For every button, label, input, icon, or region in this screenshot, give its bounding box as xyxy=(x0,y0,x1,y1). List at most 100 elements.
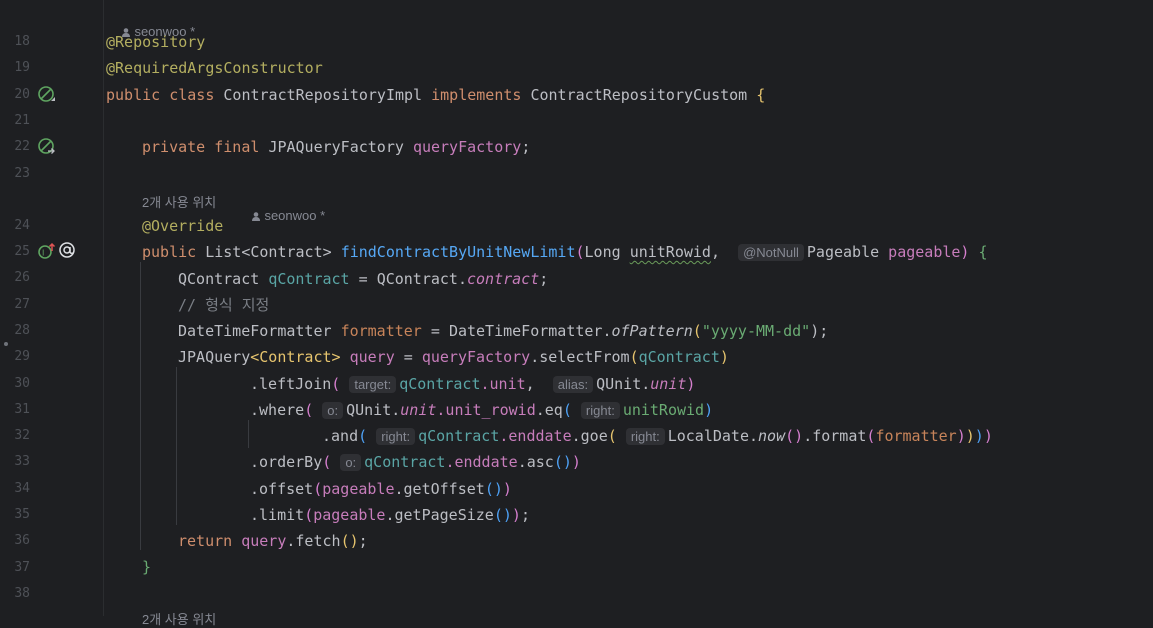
argument: qContract xyxy=(638,348,720,366)
author-hint[interactable]: seonwoo * xyxy=(238,193,325,238)
line-number: 23 xyxy=(14,166,30,181)
argument: pageable xyxy=(313,506,386,524)
code-line-19: @RequiredArgsConstructor xyxy=(106,59,323,77)
method-call: .eq xyxy=(535,401,563,419)
inlay-hint: right: xyxy=(580,402,620,419)
line-number: 31 xyxy=(14,402,30,417)
brace: { xyxy=(978,243,988,261)
person-icon xyxy=(252,212,261,221)
line-number: 27 xyxy=(14,297,30,312)
class-ref: QUnit. xyxy=(596,375,651,393)
paren: ) xyxy=(960,243,970,261)
method-call: .limit xyxy=(250,506,305,524)
line-number: 25 xyxy=(14,244,30,259)
inlay-hint: right: xyxy=(376,428,416,445)
comment: // 형식 지정 xyxy=(178,296,270,314)
code-line-31: .where( o: QUnit.unit.unit_rowid.eq( righ… xyxy=(250,401,714,419)
inlay-hint: alias: xyxy=(552,376,594,393)
static-method: now xyxy=(758,427,786,445)
method-call: .goe xyxy=(571,427,608,445)
field-ref: .unit_rowid xyxy=(436,401,536,419)
keyword: return xyxy=(178,532,233,550)
method-call: .selectFrom xyxy=(530,348,630,366)
code-editor[interactable]: seonwoo * @Repository @RequiredArgsConst… xyxy=(106,0,1153,627)
comma: , xyxy=(710,243,720,261)
code-line-20: public class ContractRepositoryImpl impl… xyxy=(106,86,765,104)
change-marker-dot xyxy=(4,342,8,346)
method-call: .getPageSize xyxy=(385,506,494,524)
method-call: .where xyxy=(250,401,305,419)
bean-injection-icon[interactable] xyxy=(38,138,56,156)
parameter: pageable xyxy=(888,243,961,261)
inlay-hint: o: xyxy=(322,402,344,419)
code-line-34: .offset(pageable.getOffset()) xyxy=(250,480,512,498)
paren: ( xyxy=(575,243,585,261)
type-name: JPAQuery xyxy=(178,348,251,366)
line-number: 22 xyxy=(14,139,30,154)
bean-class-icon[interactable] xyxy=(38,86,56,104)
class-name: ContractRepositoryImpl xyxy=(223,86,423,104)
class-ref: DateTimeFormatter. xyxy=(448,322,612,340)
line-number: 30 xyxy=(14,376,30,391)
indent-guide xyxy=(176,367,177,525)
code-line-18: @Repository xyxy=(106,33,205,51)
at-annotation-icon[interactable] xyxy=(58,241,76,259)
argument: formatter xyxy=(875,427,957,445)
code-line-33: .orderBy( o: qContract.enddate.asc()) xyxy=(250,453,581,471)
code-line-36: return query.fetch(); xyxy=(178,532,368,550)
local-var: formatter xyxy=(340,322,422,340)
parameter: unitRowid xyxy=(629,243,711,261)
line-number: 34 xyxy=(14,481,30,496)
code-line-26: QContract qContract = QContract.contract… xyxy=(178,270,548,288)
implements-method-icon[interactable]: I xyxy=(38,242,56,260)
local-var: query xyxy=(241,532,287,550)
code-line-25: public List<Contract> findContractByUnit… xyxy=(142,243,988,261)
usages-count: 2개 사용 위치 xyxy=(142,612,217,627)
editor-gutter: 18 19 20 21 22 23 24 25 26 27 28 29 30 3… xyxy=(0,0,104,616)
code-line-27: // 형식 지정 xyxy=(178,296,269,314)
static-field: unit xyxy=(400,401,437,419)
type-name: Pageable xyxy=(806,243,880,261)
interface-name: ContractRepositoryCustom xyxy=(530,86,748,104)
class-ref: QContract. xyxy=(376,270,467,288)
type-name: DateTimeFormatter xyxy=(178,322,332,340)
class-ref: LocalDate. xyxy=(667,427,759,445)
semicolon: ); xyxy=(810,322,829,340)
argument: qContract xyxy=(399,375,481,393)
keyword: public xyxy=(142,243,197,261)
keyword: private final xyxy=(142,138,260,156)
usages-count: 2개 사용 위치 xyxy=(142,195,217,210)
indent-guide xyxy=(248,420,249,448)
argument: pageable xyxy=(322,480,395,498)
code-line-28: DateTimeFormatter formatter = DateTimeFo… xyxy=(178,322,829,340)
static-field: contract xyxy=(467,270,540,288)
operator: = xyxy=(403,348,413,366)
method-call: .offset xyxy=(250,480,314,498)
method-call: .leftJoin xyxy=(250,375,332,393)
static-method: ofPattern xyxy=(611,322,693,340)
type-name: QContract xyxy=(178,270,260,288)
inlay-hint: o: xyxy=(340,454,362,471)
type-name: Long xyxy=(584,243,621,261)
local-var: query xyxy=(349,348,395,366)
field-name: queryFactory xyxy=(412,138,522,156)
line-number: 21 xyxy=(14,113,30,128)
semicolon: ; xyxy=(539,270,549,288)
line-number: 18 xyxy=(14,34,30,49)
usages-hint[interactable]: 2개 사용 위치 xyxy=(142,192,216,211)
static-field: unit xyxy=(650,375,687,393)
line-number: 28 xyxy=(14,323,30,338)
annotation: @Override xyxy=(142,217,224,235)
line-number: 32 xyxy=(14,428,30,443)
usages-hint[interactable]: 2개 사용 위치 xyxy=(142,609,216,628)
operator: = xyxy=(358,270,368,288)
class-ref: QUnit. xyxy=(346,401,401,419)
semicolon: ; xyxy=(521,138,531,156)
return-type: List<Contract> xyxy=(205,243,332,261)
annotation: @RequiredArgsConstructor xyxy=(106,59,323,77)
brace: } xyxy=(142,558,152,576)
line-number: 37 xyxy=(14,560,30,575)
local-var: qContract xyxy=(268,270,350,288)
argument: qContract xyxy=(418,427,500,445)
annotation: @Repository xyxy=(106,33,206,51)
